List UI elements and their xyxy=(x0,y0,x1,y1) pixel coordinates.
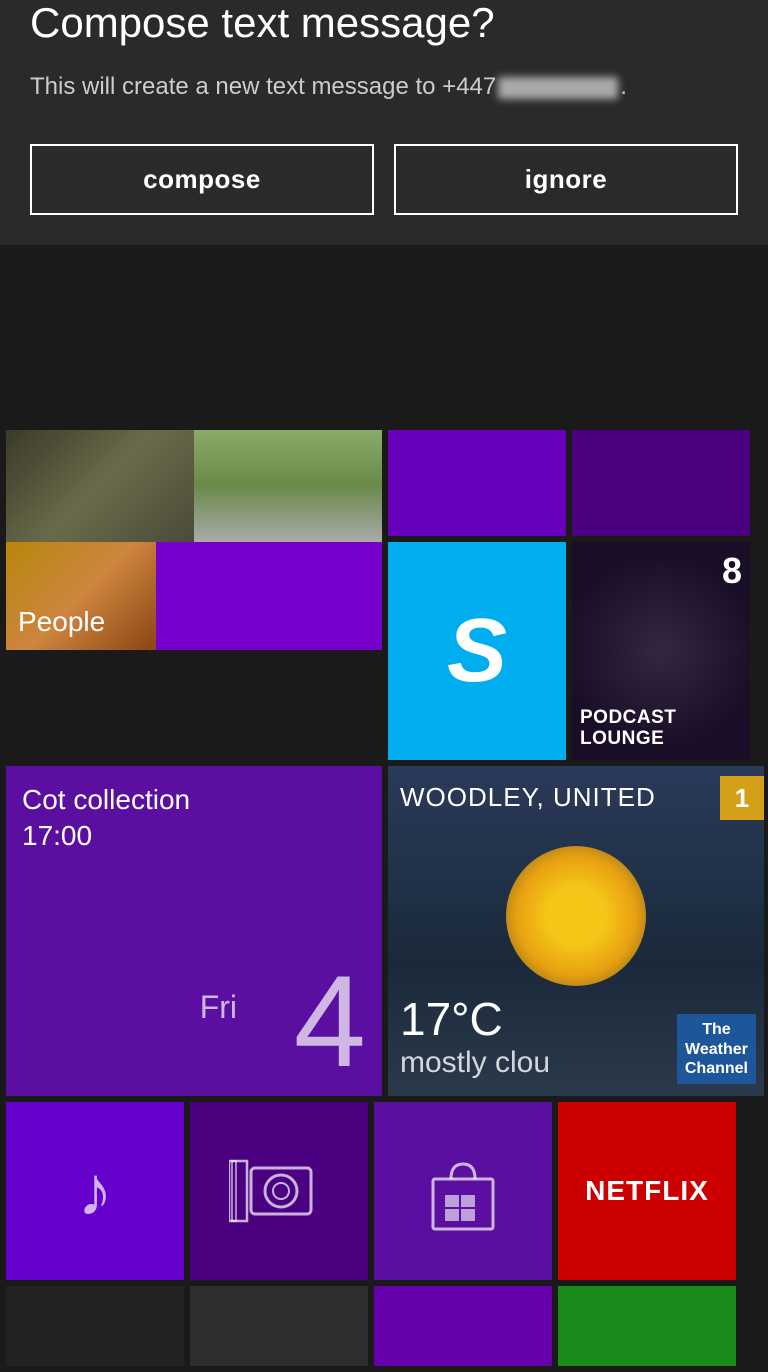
people-photo-1 xyxy=(6,430,194,542)
music-icon: ♪ xyxy=(78,1151,113,1231)
tiles-row-1: People S 8 PODCAST LOUNGE xyxy=(6,430,762,760)
right-bottom-row: S 8 PODCAST LOUNGE xyxy=(388,542,750,760)
compose-button[interactable]: compose xyxy=(30,144,374,215)
tile-partial-1[interactable] xyxy=(6,1286,184,1366)
tile-skype[interactable]: S xyxy=(388,542,566,760)
netflix-label: NETFLIX xyxy=(585,1175,709,1207)
weather-sun-icon xyxy=(506,846,646,986)
podcast-badge: 8 xyxy=(722,550,742,592)
tiles-row-2: Cot collection 17:00 Fri 4 WOODLEY, UNIT… xyxy=(6,766,762,1096)
camera-icon xyxy=(229,1156,329,1226)
tile-camera[interactable] xyxy=(190,1102,368,1280)
people-purple-block xyxy=(156,542,382,650)
tiles-row-4 xyxy=(6,1286,762,1366)
calendar-day-large: 4 xyxy=(294,956,366,1086)
tile-people-label: People xyxy=(18,606,105,638)
skype-icon: S xyxy=(447,600,507,703)
calendar-day-label: Fri xyxy=(200,989,237,1026)
ignore-button[interactable]: ignore xyxy=(394,144,738,215)
tile-weather[interactable]: WOODLEY, UNITED 1 17°C mostly clou The W… xyxy=(388,766,764,1096)
tile-small-2[interactable] xyxy=(572,430,750,536)
tile-small-1[interactable] xyxy=(388,430,566,536)
right-column: S 8 PODCAST LOUNGE xyxy=(388,430,750,760)
tile-partial-4[interactable] xyxy=(558,1286,736,1366)
tile-calendar[interactable]: Cot collection 17:00 Fri 4 xyxy=(6,766,382,1096)
people-photo-2 xyxy=(194,430,382,542)
podcast-label: PODCAST LOUNGE xyxy=(580,708,676,750)
weather-badge: 1 xyxy=(720,776,764,820)
dialog-body: This will create a new text message to +… xyxy=(30,70,738,104)
right-top-row xyxy=(388,430,750,536)
tile-music[interactable]: ♪ xyxy=(6,1102,184,1280)
tile-podcast[interactable]: 8 PODCAST LOUNGE xyxy=(572,542,750,760)
dialog-buttons: compose ignore xyxy=(30,144,738,215)
tile-people[interactable]: People xyxy=(6,430,382,650)
tile-netflix[interactable]: NETFLIX xyxy=(558,1102,736,1280)
store-icon xyxy=(423,1149,503,1234)
weather-desc: mostly clou xyxy=(400,1046,550,1080)
dialog-overlay: Compose text message? This will create a… xyxy=(0,0,768,245)
tiles-row-3: ♪ xyxy=(6,1102,762,1280)
tile-store[interactable] xyxy=(374,1102,552,1280)
calendar-event: Cot collection 17:00 xyxy=(22,782,366,855)
dialog-body-text: This will create a new text message to +… xyxy=(30,73,496,100)
phone-redacted xyxy=(498,77,618,99)
tile-partial-3[interactable] xyxy=(374,1286,552,1366)
tile-partial-2[interactable] xyxy=(190,1286,368,1366)
dialog-title: Compose text message? xyxy=(30,0,738,46)
weather-channel-logo: The Weather Channel xyxy=(677,1014,756,1084)
tiles-container: People S 8 PODCAST LOUNGE xyxy=(0,430,768,1372)
weather-temp: 17°C xyxy=(400,992,503,1046)
weather-city: WOODLEY, UNITED xyxy=(400,782,656,813)
